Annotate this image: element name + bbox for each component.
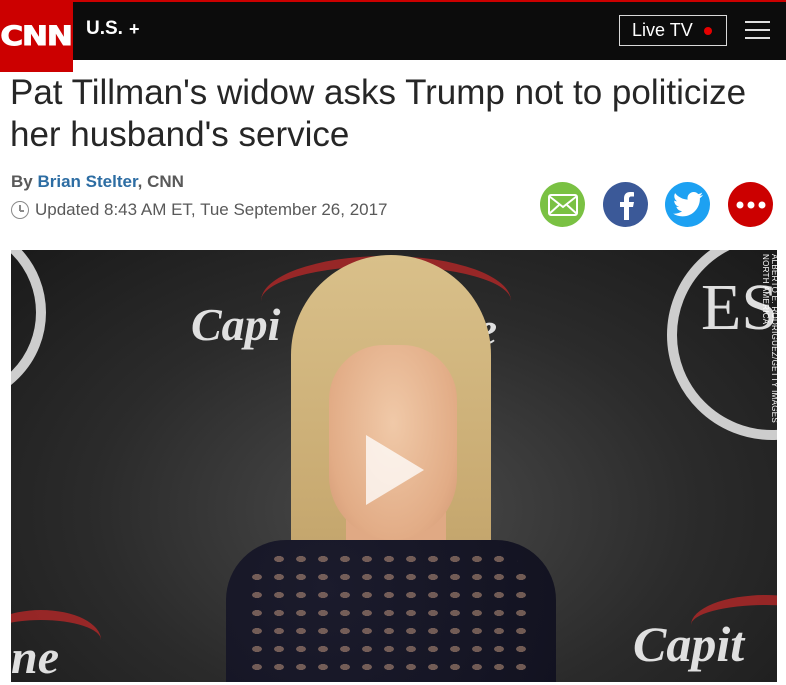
- clock-icon: [11, 201, 29, 219]
- article-timestamp: Updated 8:43 AM ET, Tue September 26, 20…: [11, 200, 388, 220]
- more-icon: [736, 201, 765, 208]
- backdrop-text: Capi: [191, 299, 281, 350]
- section-label: U.S.: [86, 18, 123, 39]
- author-link[interactable]: Brian Stelter: [37, 172, 137, 191]
- article-headline: Pat Tillman's widow asks Trump not to po…: [10, 73, 747, 154]
- hamburger-menu-icon[interactable]: [745, 21, 770, 39]
- twitter-icon: [672, 192, 703, 217]
- live-tv-button[interactable]: Live TV: [619, 15, 727, 46]
- timestamp-text: Updated 8:43 AM ET, Tue September 26, 20…: [35, 200, 388, 219]
- live-indicator-icon: [704, 26, 712, 35]
- byline-source: , CNN: [137, 172, 184, 191]
- facebook-icon: [619, 191, 634, 220]
- share-twitter-button[interactable]: [665, 182, 710, 227]
- backdrop-text: ne: [11, 631, 59, 682]
- play-icon[interactable]: [366, 435, 424, 505]
- cnn-logo[interactable]: CNN: [0, 0, 74, 72]
- backdrop-logo-ring: [11, 250, 46, 405]
- photo-credit: ALBERTO E. RODRIGUEZ/GETTY IMAGES NORTH …: [761, 254, 777, 424]
- byline: By Brian Stelter, CNN: [11, 172, 184, 192]
- share-email-button[interactable]: [540, 182, 585, 227]
- plus-icon: +: [128, 18, 140, 39]
- share-facebook-button[interactable]: [603, 182, 648, 227]
- backdrop-text: Capit: [633, 616, 745, 672]
- byline-prefix: By: [11, 172, 33, 191]
- email-icon: [547, 193, 578, 216]
- video-player[interactable]: Capi ne ES Capit ne ALBERTO E. RODRIGUEZ…: [11, 250, 777, 682]
- share-more-button[interactable]: [728, 182, 773, 227]
- section-menu[interactable]: U.S. +: [86, 18, 139, 40]
- top-nav: U.S. + Live TV: [0, 0, 786, 60]
- live-tv-label: Live TV: [632, 20, 693, 40]
